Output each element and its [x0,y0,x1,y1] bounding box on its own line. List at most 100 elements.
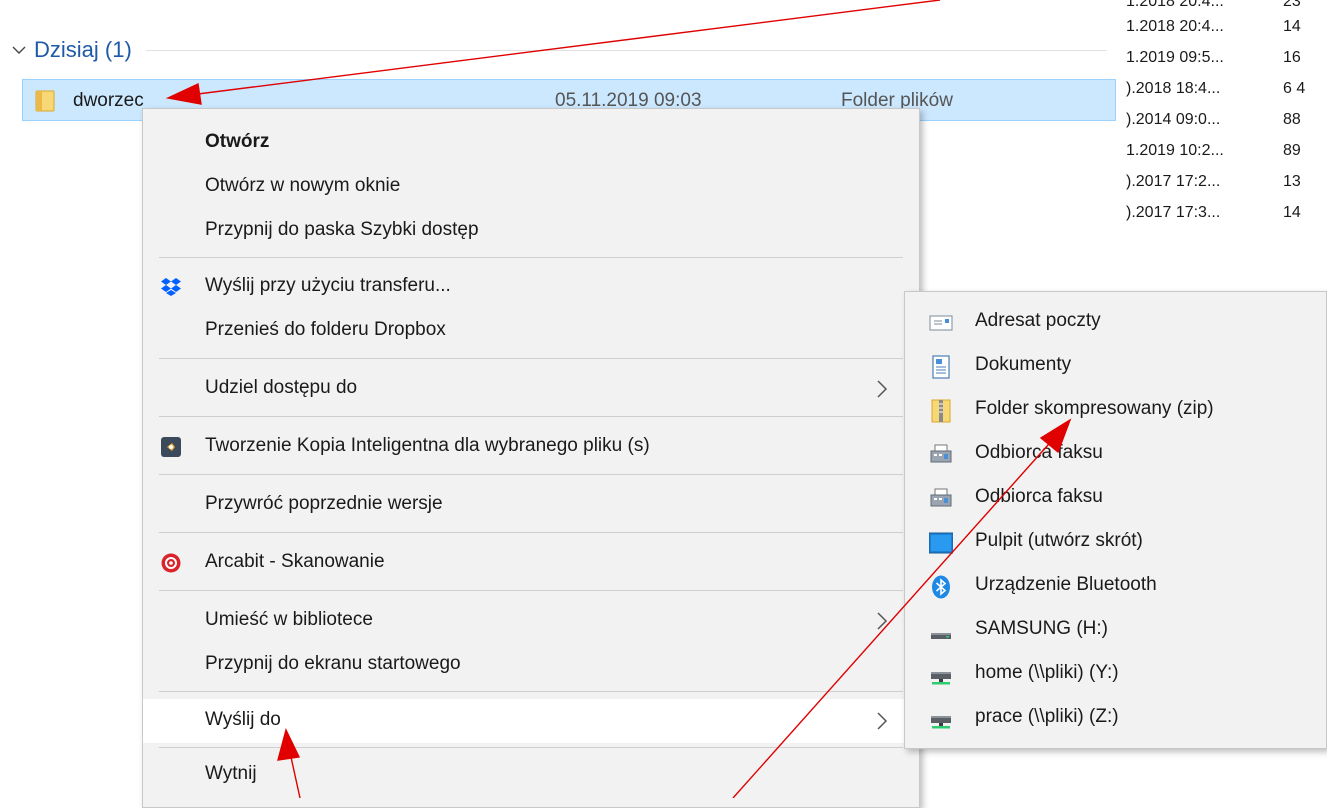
menu-separator [159,747,903,748]
list-item-date: 1.2018 20:4... [1126,18,1224,35]
menu-item-arcabit-scan[interactable]: Arcabit - Skanowanie [143,541,919,585]
menu-item-label: Udziel dostępu do [205,377,358,398]
list-item-size: 23 [1283,0,1301,10]
menu-item-open-new-window[interactable]: Otwórz w nowym oknie [143,165,919,209]
submenu-item-label: Odbiorca faksu [975,486,1103,507]
folder-icon [35,90,55,112]
network-drive-icon [931,716,951,729]
group-divider [145,49,1107,51]
menu-separator [159,691,903,692]
menu-item-label: Wytnij [205,763,257,784]
drive-icon [931,633,951,639]
arcabit-shield-icon [161,553,181,573]
fax-icon [930,488,952,507]
submenu-item-fax-recipient[interactable]: Odbiorca faksu [905,476,1326,520]
list-item[interactable]: ).2017 17:3... 14 [1126,204,1327,230]
menu-item-label: Arcabit - Skanowanie [205,551,385,572]
list-item-size: 13 [1283,173,1301,190]
submenu-item-samsung-drive[interactable]: SAMSUNG (H:) [905,608,1326,652]
list-item[interactable]: 1.2019 09:5... 16 [1126,49,1327,75]
submenu-item-fax-recipient[interactable]: Odbiorca faksu [905,432,1326,476]
backup-app-icon [161,437,181,457]
list-item-size: 16 [1283,49,1301,66]
list-item-size: 6 4 [1283,80,1306,97]
menu-separator [159,416,903,417]
menu-item-label: Przenieś do folderu Dropbox [205,319,446,340]
list-item[interactable]: ).2017 17:2... 13 [1126,173,1327,199]
submenu-item-label: Folder skompresowany (zip) [975,398,1214,419]
menu-item-smart-backup[interactable]: Tworzenie Kopia Inteligentna dla wybrane… [143,425,919,469]
submenu-item-home-drive[interactable]: home (\\pliki) (Y:) [905,652,1326,696]
menu-separator [159,257,903,258]
list-item-date: 1.2019 09:5... [1126,49,1224,66]
list-item[interactable]: 1.2019 10:2... 89 [1126,142,1327,168]
submenu-item-documents[interactable]: Dokumenty [905,344,1326,388]
menu-item-move-dropbox[interactable]: Przenieś do folderu Dropbox [143,309,919,353]
menu-separator [159,590,903,591]
menu-separator [159,358,903,359]
chevron-down-icon [12,46,26,54]
menu-item-label: Umieść w bibliotece [205,609,373,630]
documents-icon [932,355,950,379]
menu-item-send-transfer[interactable]: Wyślij przy użyciu transferu... [143,265,919,309]
menu-item-label: Przywróć poprzednie wersje [205,493,443,514]
group-title: Dzisiaj (1) [34,37,132,62]
menu-item-cut[interactable]: Wytnij [143,753,919,797]
menu-item-label: Otwórz [205,131,270,152]
chevron-right-icon [877,380,888,398]
desktop-icon [929,532,953,554]
submenu-item-label: SAMSUNG (H:) [975,618,1108,639]
list-item-size: 89 [1283,142,1301,159]
menu-item-label: Wyślij do [205,709,281,730]
list-item[interactable]: ).2014 09:0... 88 [1126,111,1327,137]
submenu-item-label: Adresat poczty [975,310,1101,331]
list-item-date: ).2017 17:2... [1126,173,1221,190]
bluetooth-icon [932,575,950,599]
submenu-item-compressed-folder[interactable]: Folder skompresowany (zip) [905,388,1326,432]
menu-item-include-library[interactable]: Umieść w bibliotece [143,599,919,643]
list-item-size: 88 [1283,111,1301,128]
list-item-date: 1.2018 20:4... [1126,0,1224,10]
menu-item-send-to[interactable]: Wyślij do [143,699,919,743]
list-item-date: ).2017 17:3... [1126,204,1221,221]
menu-item-pin-quick-access[interactable]: Przypnij do paska Szybki dostęp [143,209,919,253]
submenu-item-label: Urządzenie Bluetooth [975,574,1157,595]
menu-item-open[interactable]: Otwórz [143,121,919,165]
menu-item-label: Wyślij przy użyciu transferu... [205,275,451,296]
menu-item-restore-versions[interactable]: Przywróć poprzednie wersje [143,483,919,527]
send-to-submenu: Adresat poczty Dokumenty Folder skompres… [904,291,1327,749]
submenu-item-prace-drive[interactable]: prace (\\pliki) (Z:) [905,696,1326,740]
list-item[interactable]: ).2018 18:4... 6 4 [1126,80,1327,106]
zip-folder-icon [931,399,951,423]
mail-recipient-icon [929,315,953,331]
menu-item-label: Tworzenie Kopia Inteligentna dla wybrane… [205,435,650,456]
group-header-today[interactable]: Dzisiaj (1) [10,32,1107,68]
list-item[interactable]: 1.2018 20:4... 23 [1126,0,1327,19]
submenu-item-label: Dokumenty [975,354,1072,375]
dropbox-icon [161,278,181,296]
submenu-item-label: prace (\\pliki) (Z:) [975,706,1119,727]
menu-separator [159,532,903,533]
submenu-item-label: home (\\pliki) (Y:) [975,662,1119,683]
menu-item-label: Przypnij do paska Szybki dostęp [205,219,479,240]
list-item-date: ).2018 18:4... [1126,80,1221,97]
submenu-item-mail-recipient[interactable]: Adresat poczty [905,300,1326,344]
list-item-date: 1.2019 10:2... [1126,142,1224,159]
submenu-item-label: Odbiorca faksu [975,442,1103,463]
fax-icon [930,444,952,463]
menu-item-label: Przypnij do ekranu startowego [205,653,461,674]
context-menu: Otwórz Otwórz w nowym oknie Przypnij do … [142,108,920,808]
list-item-size: 14 [1283,18,1301,35]
chevron-right-icon [877,712,888,730]
menu-separator [159,474,903,475]
file-name: dworzec [73,90,144,111]
submenu-item-desktop-shortcut[interactable]: Pulpit (utwórz skrót) [905,520,1326,564]
list-item[interactable]: 1.2018 20:4... 14 [1126,18,1327,44]
submenu-item-label: Pulpit (utwórz skrót) [975,530,1143,551]
submenu-item-bluetooth[interactable]: Urządzenie Bluetooth [905,564,1326,608]
network-drive-icon [931,672,951,685]
menu-item-label: Otwórz w nowym oknie [205,175,401,196]
chevron-right-icon [877,612,888,630]
menu-item-pin-start[interactable]: Przypnij do ekranu startowego [143,643,919,687]
menu-item-share-with[interactable]: Udziel dostępu do [143,367,919,411]
